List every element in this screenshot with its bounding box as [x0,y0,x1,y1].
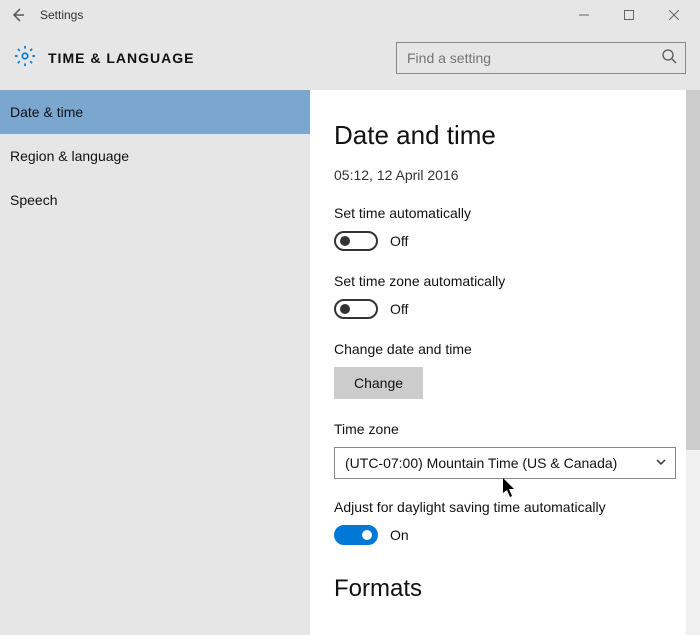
toggle-knob [340,304,350,314]
close-icon [669,10,679,20]
formats-heading: Formats [334,575,676,603]
maximize-button[interactable] [606,0,651,30]
sidebar: Date & time Region & language Speech [0,90,310,635]
set-tz-auto-label: Set time zone automatically [334,273,676,289]
dst-label: Adjust for daylight saving time automati… [334,499,676,515]
set-time-auto-row: Off [334,231,676,251]
sidebar-item-speech[interactable]: Speech [0,178,310,222]
change-dt-label: Change date and time [334,341,676,357]
titlebar: Settings [0,0,700,30]
titlebar-left: Settings [4,1,83,29]
search-input[interactable] [407,50,661,66]
settings-window: Settings TIME & LANGUAGE Date & time Reg… [0,0,700,635]
page-title: Date and time [334,120,676,151]
set-tz-auto-row: Off [334,299,676,319]
sidebar-item-label: Date & time [10,104,83,120]
back-button[interactable] [4,1,32,29]
search-box[interactable] [396,42,686,74]
change-button[interactable]: Change [334,367,423,399]
body: Date & time Region & language Speech Dat… [0,90,700,635]
header: TIME & LANGUAGE [0,30,700,90]
dst-toggle[interactable] [334,525,378,545]
set-tz-auto-toggle[interactable] [334,299,378,319]
maximize-icon [624,10,634,20]
set-tz-auto-state: Off [390,301,408,317]
section-title: TIME & LANGUAGE [48,50,194,66]
cursor-icon [503,478,517,498]
dst-row: On [334,525,676,545]
toggle-knob [362,530,372,540]
dst-state: On [390,527,409,543]
set-time-auto-state: Off [390,233,408,249]
search-icon [661,48,677,69]
content: Date and time 05:12, 12 April 2016 Set t… [310,90,700,635]
window-controls [561,0,696,30]
tz-label: Time zone [334,421,676,437]
minimize-icon [579,10,589,20]
gear-icon [14,45,36,72]
window-title: Settings [40,8,83,22]
sidebar-item-label: Region & language [10,148,129,164]
sidebar-item-date-time[interactable]: Date & time [0,90,310,134]
chevron-down-icon [655,455,667,471]
close-button[interactable] [651,0,696,30]
header-left: TIME & LANGUAGE [14,45,194,72]
sidebar-item-label: Speech [10,192,57,208]
minimize-button[interactable] [561,0,606,30]
toggle-knob [340,236,350,246]
tz-dropdown-value: (UTC-07:00) Mountain Time (US & Canada) [345,455,617,471]
tz-dropdown[interactable]: (UTC-07:00) Mountain Time (US & Canada) [334,447,676,479]
sidebar-item-region-language[interactable]: Region & language [0,134,310,178]
set-time-auto-label: Set time automatically [334,205,676,221]
current-datetime: 05:12, 12 April 2016 [334,167,676,183]
content-wrap: Date and time 05:12, 12 April 2016 Set t… [310,90,700,635]
set-time-auto-toggle[interactable] [334,231,378,251]
arrow-left-icon [10,7,26,23]
